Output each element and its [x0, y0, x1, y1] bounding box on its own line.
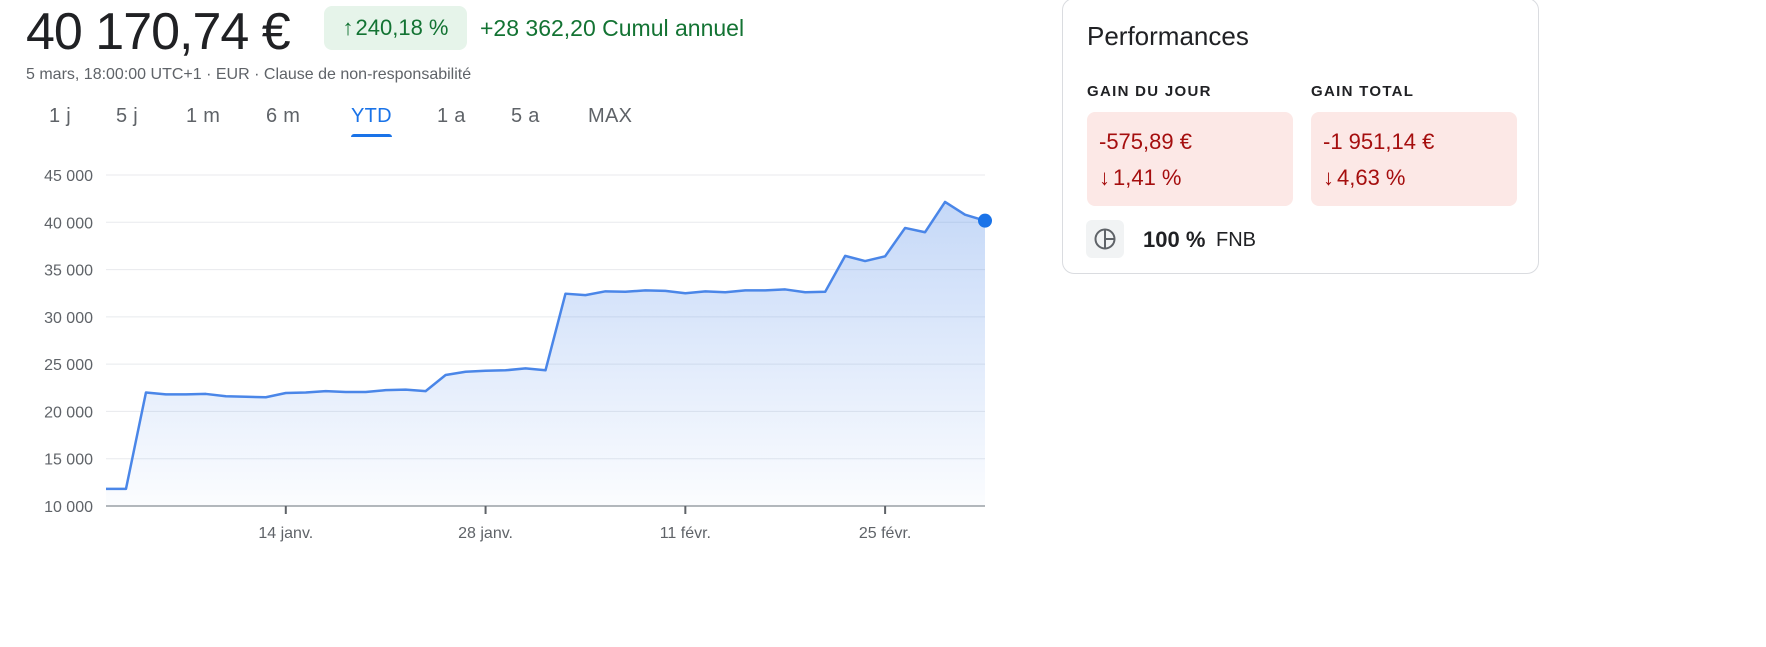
total-gain-label: GAIN TOTAL: [1311, 83, 1415, 100]
x-tick-label: 28 janv.: [458, 525, 513, 542]
change-percent: 240,18 %: [355, 15, 449, 40]
active-tab-underline: [351, 134, 392, 137]
series-area-fill: [106, 201, 985, 506]
range-tab-5d[interactable]: 5 j: [116, 98, 138, 134]
change-annual: +28 362,20 Cumul annuel: [480, 6, 744, 50]
fund-allocation-pct: 100 %: [1143, 227, 1206, 252]
y-tick-label: 10 000: [44, 499, 93, 516]
y-tick-label: 20 000: [44, 404, 93, 421]
day-gain-pct-row: ↓ 1,41 %: [1099, 160, 1281, 196]
y-tick-label: 35 000: [44, 263, 93, 280]
price-chart[interactable]: 10 000 15 000 20 000 25 000 30 000 35 000 40 0…: [0, 150, 1020, 570]
range-tab-1m[interactable]: 1 m: [186, 98, 220, 134]
separator: ·: [206, 66, 212, 83]
range-tab-max[interactable]: MAX: [588, 98, 632, 134]
arrow-down-icon: ↓: [1323, 165, 1334, 190]
y-tick-label: 15 000: [44, 452, 93, 469]
change-absolute: +28 362,20: [480, 15, 596, 41]
y-tick-label: 40 000: [44, 215, 93, 232]
currency: EUR: [215, 66, 250, 83]
x-tick-label: 14 janv.: [258, 525, 313, 542]
day-gain-box: -575,89 € ↓ 1,41 %: [1087, 112, 1293, 206]
total-gain-pct: 4,63 %: [1337, 165, 1406, 190]
last-point-marker[interactable]: [978, 213, 992, 228]
arrow-down-icon: ↓: [1099, 165, 1110, 190]
day-gain-pct: 1,41 %: [1113, 165, 1182, 190]
y-tick-label: 45 000: [44, 168, 93, 185]
range-tab-ytd[interactable]: YTD: [351, 98, 392, 137]
performance-card: Performances GAIN DU JOUR GAIN TOTAL -57…: [1062, 0, 1539, 274]
day-gain-label: GAIN DU JOUR: [1087, 83, 1212, 100]
range-tab-6m[interactable]: 6 m: [266, 98, 300, 134]
day-gain-value: -575,89 €: [1099, 129, 1192, 154]
range-tab-1y[interactable]: 1 a: [437, 98, 466, 134]
total-gain-box: -1 951,14 € ↓ 4,63 %: [1311, 112, 1517, 206]
total-gain-pct-row: ↓ 4,63 %: [1323, 160, 1505, 196]
separator: ·: [254, 66, 260, 83]
price-subline: 5 mars, 18:00:00 UTC+1 · EUR · Clause de…: [26, 66, 471, 84]
arrow-up-icon: ↑: [342, 15, 354, 40]
total-gain-value: -1 951,14 €: [1323, 129, 1435, 154]
timestamp: 5 mars, 18:00:00 UTC+1: [26, 66, 202, 83]
pie-chart-icon: [1086, 220, 1124, 258]
current-price: 40 170,74 €: [26, 3, 291, 61]
y-tick-label: 30 000: [44, 310, 93, 327]
change-period: Cumul annuel: [602, 15, 745, 41]
fund-type-name: FNB: [1216, 229, 1256, 251]
performance-title: Performances: [1087, 21, 1249, 51]
y-tick-label: 25 000: [44, 357, 93, 374]
x-tick-label: 25 févr.: [859, 525, 911, 542]
disclaimer-link[interactable]: Clause de non-responsabilité: [264, 66, 471, 83]
x-tick-label: 11 févr.: [660, 525, 711, 542]
change-percent-badge: ↑240,18 %: [324, 6, 467, 50]
range-tab-5y[interactable]: 5 a: [511, 98, 540, 134]
range-tab-1d[interactable]: 1 j: [49, 98, 71, 134]
